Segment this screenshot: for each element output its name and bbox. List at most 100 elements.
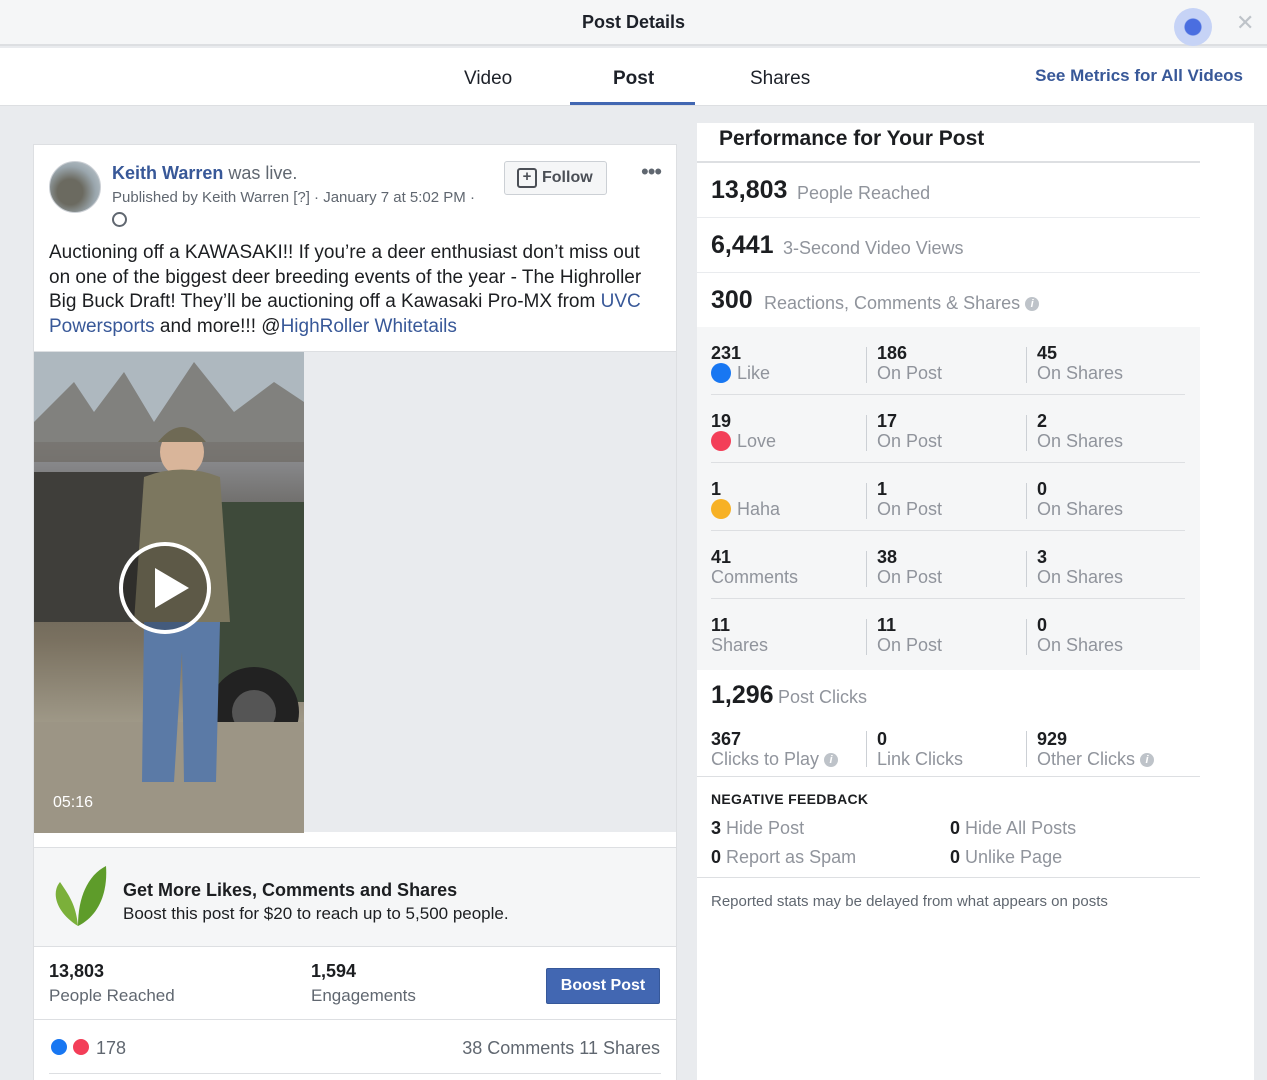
tab-post[interactable]: Post [613, 68, 654, 90]
on-post-value: 11 [877, 615, 897, 635]
on-shares-label: On Shares [1037, 431, 1124, 451]
divider [866, 483, 867, 519]
on-post-label: On Post [877, 431, 943, 451]
clicks-value: 367 [711, 729, 742, 749]
neg-value: 0 [950, 847, 961, 867]
see-all-videos-link[interactable]: See Metrics for All Videos [1035, 66, 1243, 86]
neg-hide-post: 3 Hide Post [711, 818, 804, 839]
love-reaction-icon [71, 1037, 91, 1057]
neg-value: 3 [711, 818, 722, 838]
breakdown-on-shares: 0 On Shares [1037, 479, 1123, 519]
author-line: Keith Warren was live. [112, 163, 297, 184]
boost-post-button[interactable]: Boost Post [546, 968, 660, 1004]
metric-reactions: 300 Reactions, Comments & Shares i [697, 273, 1200, 328]
neg-unlike-page: 0 Unlike Page [950, 847, 1062, 868]
highroller-whitetails-link[interactable]: HighRoller Whitetails [281, 316, 457, 337]
breakdown-total: 231 Like [711, 343, 770, 383]
breakdown-total-value: 19 [711, 411, 732, 431]
breakdown-on-shares: 0 On Shares [1037, 615, 1123, 655]
more-options-icon[interactable]: ••• [641, 159, 662, 185]
clicks-label: Other Clicks i [1037, 749, 1155, 769]
breakdown-row-like: 231 Like 186 On Post 45 On Shares [697, 327, 1200, 395]
comments-shares-count[interactable]: 38 Comments 11 Shares [462, 1038, 660, 1059]
tab-shares[interactable]: Shares [750, 68, 810, 90]
divider [866, 551, 867, 587]
close-icon[interactable]: ✕ [1236, 10, 1254, 36]
metric-label: 3-Second Video Views [783, 238, 964, 258]
info-icon[interactable]: i [824, 753, 839, 767]
post-card: Keith Warren was live. Published by Keit… [33, 144, 677, 1080]
divider [1026, 483, 1027, 519]
on-post-label: On Post [877, 499, 943, 519]
clicks-value: 929 [1037, 729, 1068, 749]
breakdown-total-label: Like [711, 363, 770, 383]
avatar[interactable] [49, 161, 101, 213]
breakdown-on-post: 186 On Post [877, 343, 942, 383]
tab-video[interactable]: Video [464, 68, 512, 90]
breakdown-total: 1 Haha [711, 479, 780, 519]
neg-label: Hide All Posts [965, 818, 1077, 838]
breakdown-row-love: 19 Love 17 On Post 2 On Shares [697, 395, 1200, 463]
breakdown-total-value: 231 [711, 343, 742, 363]
stat-label: People Reached [49, 986, 175, 1005]
leaf-icon [55, 866, 107, 926]
clicks-label-text: Other Clicks [1037, 749, 1136, 769]
on-post-label: On Post [877, 567, 943, 587]
divider [866, 347, 867, 383]
stats-delay-note: Reported stats may be delayed from what … [711, 893, 1108, 910]
neg-label: Unlike Page [965, 847, 1063, 867]
breakdown-row-shares: 11 Shares 11 On Post 0 On Shares [697, 599, 1200, 667]
clicks-value: 0 [877, 729, 888, 749]
neg-value: 0 [711, 847, 722, 867]
breakdown-label-text: Like [737, 363, 771, 383]
breakdown-on-post: 11 On Post [877, 615, 942, 655]
stat-value: 13,803 [49, 961, 105, 981]
on-shares-label: On Shares [1037, 635, 1124, 655]
divider [1026, 551, 1027, 587]
play-icon[interactable] [119, 542, 211, 634]
author-name[interactable]: Keith Warren [112, 163, 223, 183]
globe-icon [112, 212, 127, 227]
on-shares-value: 3 [1037, 547, 1048, 567]
on-post-label: On Post [877, 363, 943, 383]
clicks-label: Clicks to Play i [711, 749, 839, 769]
other-clicks: 929 Other Clicks i [1037, 729, 1155, 769]
divider [866, 619, 867, 655]
breakdown-total-value: 41 [711, 547, 732, 567]
metric-value: 13,803 [711, 176, 788, 204]
breakdown-total: 11 Shares [711, 615, 768, 655]
info-icon[interactable]: i [1140, 753, 1155, 767]
breakdown-total-label: Comments [711, 567, 799, 587]
post-stat-reached: 13,803 People Reached [49, 961, 175, 1006]
link-clicks: 0 Link Clicks [877, 729, 963, 769]
on-post-label: On Post [877, 635, 943, 655]
on-post-value: 1 [877, 479, 888, 499]
boost-title: Get More Likes, Comments and Shares [123, 880, 458, 900]
info-icon[interactable]: i [1025, 297, 1040, 311]
on-shares-value: 45 [1037, 343, 1058, 363]
post-action: was live. [228, 163, 298, 183]
on-shares-label: On Shares [1037, 499, 1124, 519]
follow-label: Follow [542, 169, 593, 186]
divider [1026, 619, 1027, 655]
follow-button[interactable]: + Follow [504, 161, 607, 195]
reaction-breakdown: 231 Like 186 On Post 45 On Shares 19 Lov… [697, 327, 1200, 670]
post-text: Auctioning off a KAWASAKI!! If you’re a … [49, 241, 661, 339]
video-player[interactable]: 05:16 [34, 352, 304, 833]
breakdown-on-post: 17 On Post [877, 411, 942, 451]
metric-label: People Reached [797, 183, 931, 203]
boost-subtitle: Boost this post for $20 to reach up to 5… [123, 904, 509, 923]
post-stat-engagements: 1,594 Engagements [311, 961, 416, 1006]
stat-label: Engagements [311, 986, 416, 1005]
like-icon [711, 363, 731, 383]
performance-panel: Performance for Your Post 13,803 People … [697, 123, 1254, 1080]
divider [697, 877, 1200, 878]
follow-plus-icon: + [517, 168, 537, 188]
on-shares-value: 2 [1037, 411, 1048, 431]
post-clicks-value: 1,296 [711, 681, 774, 709]
video-duration: 05:16 [53, 794, 94, 811]
neg-hide-all-posts: 0 Hide All Posts [950, 818, 1076, 839]
on-post-value: 17 [877, 411, 898, 431]
reaction-count[interactable]: 178 [96, 1038, 126, 1059]
breakdown-row-haha: 1 Haha 1 On Post 0 On Shares [697, 463, 1200, 531]
